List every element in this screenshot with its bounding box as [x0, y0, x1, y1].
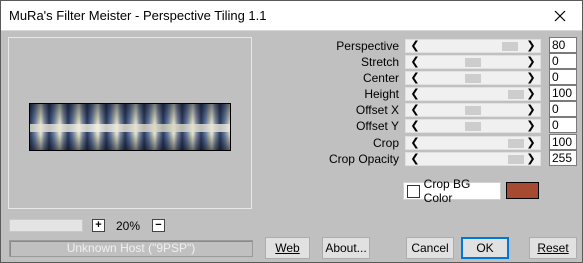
web-button-label: Web — [275, 241, 300, 255]
slider-perspective[interactable]: ❮ ❯ — [405, 39, 541, 53]
param-label-stretch: Stretch — [360, 55, 399, 69]
slider-thumb[interactable] — [508, 139, 524, 148]
zoom-level: 20% — [116, 219, 141, 233]
slider-offset-y[interactable]: ❮ ❯ — [405, 119, 541, 133]
slider-stretch[interactable]: ❮ ❯ — [405, 55, 541, 69]
value-crop-opacity[interactable]: 255 — [549, 150, 577, 166]
slider-thumb[interactable] — [508, 155, 524, 164]
crop-bg-color-checkbox[interactable]: Crop BG Color — [403, 177, 501, 205]
param-label-perspective: Perspective — [336, 39, 399, 53]
minus-icon: − — [155, 219, 162, 231]
slider-thumb[interactable] — [465, 106, 481, 115]
web-button[interactable]: Web — [265, 237, 310, 259]
title-bar: MuRa's Filter Meister - Perspective Tili… — [1, 1, 582, 31]
value-stretch[interactable]: 0 — [549, 53, 577, 69]
arrow-right-icon[interactable]: ❯ — [524, 71, 538, 85]
slider-thumb[interactable] — [508, 90, 524, 99]
arrow-left-icon[interactable]: ❮ — [408, 152, 422, 166]
reset-button[interactable]: Reset — [529, 237, 577, 259]
arrow-right-icon[interactable]: ❯ — [524, 119, 538, 133]
zoom-in-button[interactable]: + — [92, 219, 105, 232]
reset-button-label: Reset — [537, 241, 569, 255]
slider-thumb[interactable] — [502, 42, 518, 51]
host-status: Unknown Host ("9PSP") — [9, 240, 253, 257]
value-perspective[interactable]: 80 — [549, 37, 577, 53]
param-label-height: Height — [364, 87, 399, 101]
arrow-left-icon[interactable]: ❮ — [408, 103, 422, 117]
crop-bg-color-swatch[interactable] — [506, 182, 539, 199]
arrow-right-icon[interactable]: ❯ — [524, 39, 538, 53]
slider-crop[interactable]: ❮ ❯ — [405, 136, 541, 150]
close-button[interactable] — [538, 1, 582, 30]
arrow-right-icon[interactable]: ❯ — [524, 55, 538, 69]
value-offset-x[interactable]: 0 — [549, 101, 577, 117]
zoom-field[interactable] — [9, 219, 83, 232]
filter-dialog: MuRa's Filter Meister - Perspective Tili… — [0, 0, 583, 263]
arrow-left-icon[interactable]: ❮ — [408, 87, 422, 101]
arrow-right-icon[interactable]: ❯ — [524, 152, 538, 166]
param-label-offset-y: Offset Y — [356, 119, 399, 133]
arrow-right-icon[interactable]: ❯ — [524, 136, 538, 150]
arrow-left-icon[interactable]: ❮ — [408, 136, 422, 150]
param-label-center: Center — [362, 71, 399, 85]
slider-thumb[interactable] — [465, 58, 481, 67]
value-offset-y[interactable]: 0 — [549, 117, 577, 133]
arrow-left-icon[interactable]: ❮ — [408, 55, 422, 69]
ok-button[interactable]: OK — [461, 237, 509, 259]
plus-icon: + — [95, 219, 102, 231]
slider-thumb[interactable] — [465, 74, 481, 83]
param-label-offset-x: Offset X — [355, 103, 399, 117]
cancel-button-label: Cancel — [411, 241, 449, 255]
value-center[interactable]: 0 — [549, 69, 577, 85]
preview-panel[interactable] — [8, 37, 252, 209]
slider-thumb[interactable] — [465, 122, 481, 131]
arrow-right-icon[interactable]: ❯ — [524, 87, 538, 101]
value-height[interactable]: 100 — [549, 85, 577, 101]
preview-image[interactable] — [29, 103, 231, 151]
checkbox-box[interactable] — [407, 184, 420, 198]
about-button-label: About... — [325, 241, 367, 255]
slider-crop-opacity[interactable]: ❮ ❯ — [405, 152, 541, 166]
arrow-left-icon[interactable]: ❮ — [408, 119, 422, 133]
about-button[interactable]: About... — [322, 237, 370, 259]
slider-height[interactable]: ❮ ❯ — [405, 87, 541, 101]
arrow-left-icon[interactable]: ❮ — [408, 39, 422, 53]
window-title: MuRa's Filter Meister - Perspective Tili… — [9, 8, 267, 23]
preview-horizon-band — [30, 124, 230, 132]
value-crop[interactable]: 100 — [549, 134, 577, 150]
zoom-out-button[interactable]: − — [152, 219, 165, 232]
cancel-button[interactable]: Cancel — [406, 237, 454, 259]
slider-center[interactable]: ❮ ❯ — [405, 71, 541, 85]
slider-offset-x[interactable]: ❮ ❯ — [405, 103, 541, 117]
ok-button-label: OK — [476, 241, 494, 255]
param-label-crop-opacity: Crop Opacity — [328, 152, 399, 166]
param-label-crop: Crop — [372, 136, 399, 150]
crop-bg-color-label: Crop BG Color — [423, 177, 471, 205]
arrow-left-icon[interactable]: ❮ — [408, 71, 422, 85]
close-icon — [554, 10, 566, 21]
arrow-right-icon[interactable]: ❯ — [524, 103, 538, 117]
